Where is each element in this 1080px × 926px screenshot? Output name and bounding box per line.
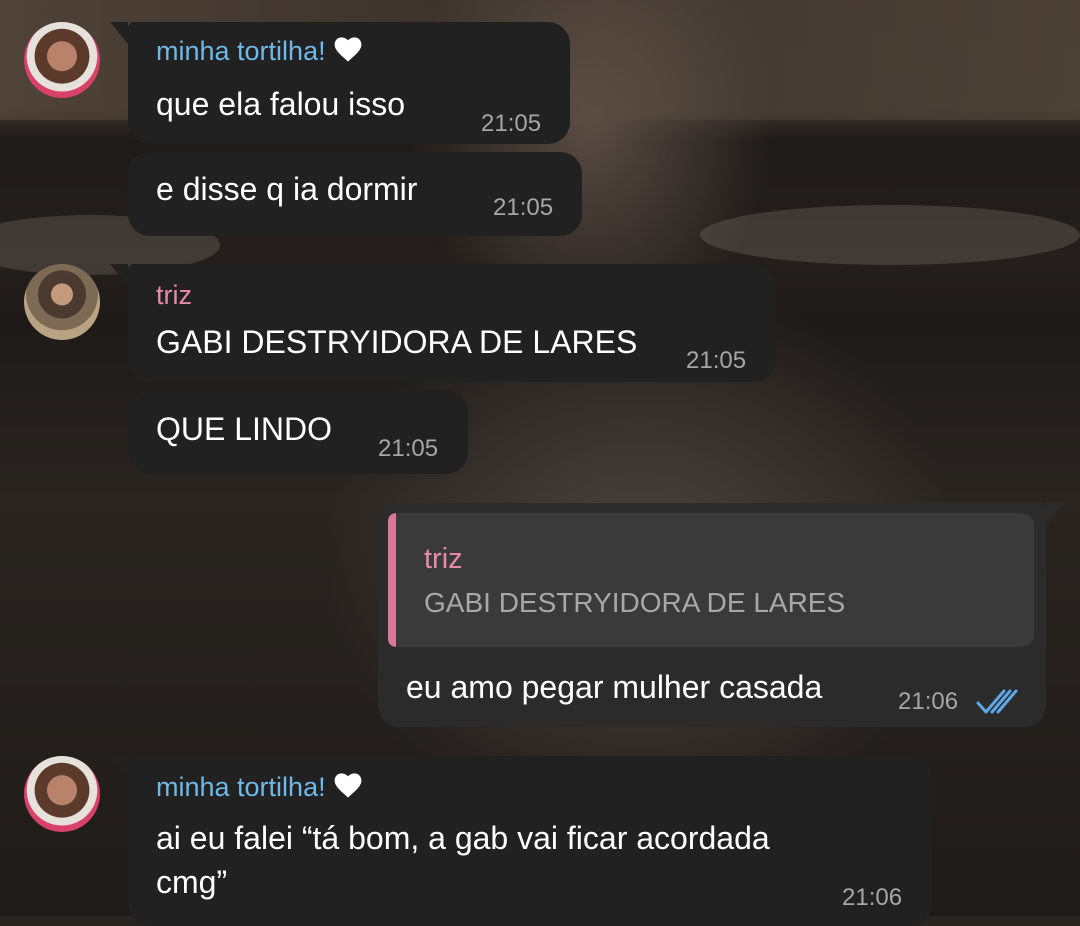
avatar[interactable] bbox=[24, 756, 100, 832]
white-heart-icon bbox=[334, 37, 362, 62]
white-heart-icon bbox=[334, 773, 362, 798]
message-text: QUE LINDO bbox=[156, 411, 333, 447]
bubble-tail bbox=[110, 756, 128, 778]
outgoing-message-bubble[interactable]: triz GABI DESTRYIDORA DE LARES eu amo pe… bbox=[378, 503, 1064, 727]
message-time: 21:05 bbox=[493, 194, 554, 221]
message-bubble[interactable]: minha tortilha! que ela falou isso 21:05 bbox=[110, 22, 570, 144]
avatar[interactable] bbox=[24, 264, 100, 340]
avatar[interactable] bbox=[24, 22, 100, 98]
message-time: 21:05 bbox=[378, 435, 439, 462]
message-bubble[interactable]: e disse q ia dormir 21:05 bbox=[128, 152, 582, 236]
message-text: que ela falou isso bbox=[156, 86, 406, 122]
wallpaper-table bbox=[700, 205, 1080, 265]
sender-name[interactable]: minha tortilha! bbox=[156, 772, 362, 803]
bubble-tail bbox=[110, 22, 128, 44]
message-bubble[interactable]: QUE LINDO 21:05 bbox=[128, 390, 468, 474]
message-time: 21:06 bbox=[842, 884, 903, 911]
reply-bar bbox=[388, 513, 396, 647]
message-text-line-2: cmg” bbox=[156, 864, 228, 900]
reply-text: GABI DESTRYIDORA DE LARES bbox=[424, 587, 846, 618]
message-time: 21:05 bbox=[481, 110, 542, 137]
message-bubble[interactable]: triz GABI DESTRYIDORA DE LARES 21:05 bbox=[110, 264, 776, 382]
message-text: e disse q ia dormir bbox=[156, 171, 418, 207]
message-text: eu amo pegar mulher casada bbox=[406, 669, 823, 705]
reply-sender: triz bbox=[424, 543, 463, 575]
message-time: 21:05 bbox=[686, 347, 747, 374]
sender-name[interactable]: triz bbox=[156, 280, 192, 311]
sender-name-text: minha tortilha! bbox=[156, 36, 326, 66]
reply-quote[interactable]: triz GABI DESTRYIDORA DE LARES bbox=[388, 513, 1034, 647]
message-bubble[interactable]: minha tortilha! ai eu falei “tá bom, a g… bbox=[110, 756, 932, 926]
message-text-line-1: ai eu falei “tá bom, a gab vai ficar aco… bbox=[156, 820, 770, 856]
double-check-icon bbox=[976, 689, 1018, 714]
sender-name[interactable]: minha tortilha! bbox=[156, 36, 362, 67]
message-time: 21:06 bbox=[898, 688, 959, 715]
bubble-tail bbox=[1046, 503, 1064, 525]
message-text: GABI DESTRYIDORA DE LARES bbox=[156, 324, 638, 360]
sender-name-text: minha tortilha! bbox=[156, 772, 326, 802]
bubble-tail bbox=[110, 264, 128, 286]
